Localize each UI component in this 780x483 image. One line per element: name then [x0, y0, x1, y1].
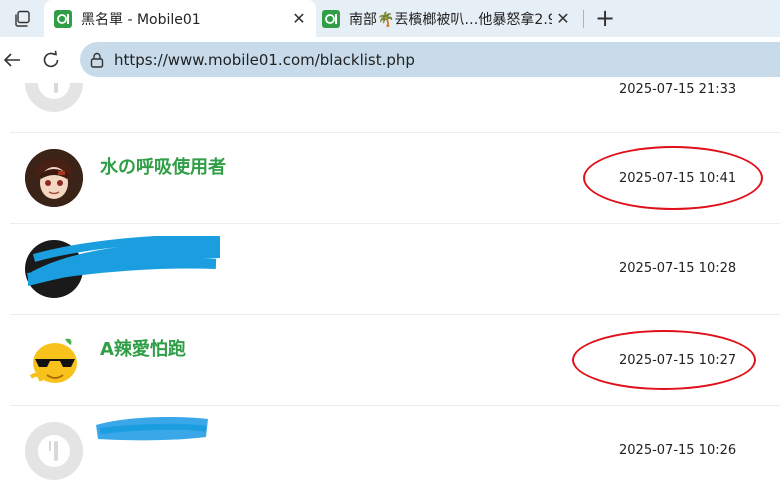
navigation-bar: https://www.mobile01.com/blacklist.php [0, 37, 780, 83]
blacklist-page: 2025-07-15 21:33 水の呼吸使用者 2025-07-15 10:4… [0, 83, 780, 483]
plus-icon: + [594, 4, 616, 32]
new-tab-button[interactable]: + [590, 4, 620, 32]
back-button[interactable] [0, 46, 26, 74]
url-text: https://www.mobile01.com/blacklist.php [114, 50, 415, 69]
annotation-ellipse [572, 330, 756, 390]
annotation-ellipse [583, 146, 763, 210]
anime-avatar[interactable] [25, 149, 83, 207]
mobile01-favicon [322, 9, 340, 28]
back-arrow-icon [3, 53, 20, 67]
tab-separator [583, 10, 584, 28]
blacklist-date: 2025-07-15 10:28 [619, 261, 737, 276]
blacklist-row: 2025-07-15 10:28 [10, 224, 780, 315]
blacklist-row: 2025-07-15 10:26 [10, 406, 780, 483]
tab-actions-button[interactable] [0, 0, 44, 37]
address-bar[interactable]: https://www.mobile01.com/blacklist.php [80, 42, 780, 77]
blacklist-row: 2025-07-15 21:33 [10, 83, 780, 133]
default-avatar-icon[interactable] [25, 83, 83, 112]
sunglasses-orange-avatar[interactable] [25, 331, 83, 389]
tab-blacklist[interactable]: 黑名單 - Mobile01 ✕ [44, 0, 316, 37]
tab-actions-icon [15, 10, 30, 27]
refresh-button[interactable] [37, 46, 65, 74]
mobile01-favicon [54, 9, 72, 28]
default-avatar-icon[interactable] [25, 422, 83, 480]
lock-icon[interactable] [90, 52, 104, 68]
member-name[interactable]: 水の呼吸使用者 [100, 153, 226, 179]
blacklist-date: 2025-07-15 21:33 [619, 83, 737, 97]
blacklist-date: 2025-07-15 10:26 [619, 443, 737, 458]
member-name[interactable]: A辣愛怕跑 [100, 335, 186, 361]
tab-title: 黑名單 - Mobile01 [81, 11, 201, 28]
redaction-scribble [27, 236, 221, 286]
redaction-scribble [96, 417, 208, 441]
tab-news[interactable]: 南部🌴丟檳榔被叭…他暴怒拿2.9 ✕ [318, 0, 580, 37]
close-tab-icon[interactable]: ✕ [552, 9, 574, 28]
tab-title: 南部🌴丟檳榔被叭…他暴怒拿2.9 [349, 11, 552, 28]
tab-bar: 黑名單 - Mobile01 ✕ 南部🌴丟檳榔被叭…他暴怒拿2.9 ✕ + [0, 0, 780, 37]
close-tab-icon[interactable]: ✕ [288, 9, 310, 28]
refresh-icon [43, 50, 59, 68]
